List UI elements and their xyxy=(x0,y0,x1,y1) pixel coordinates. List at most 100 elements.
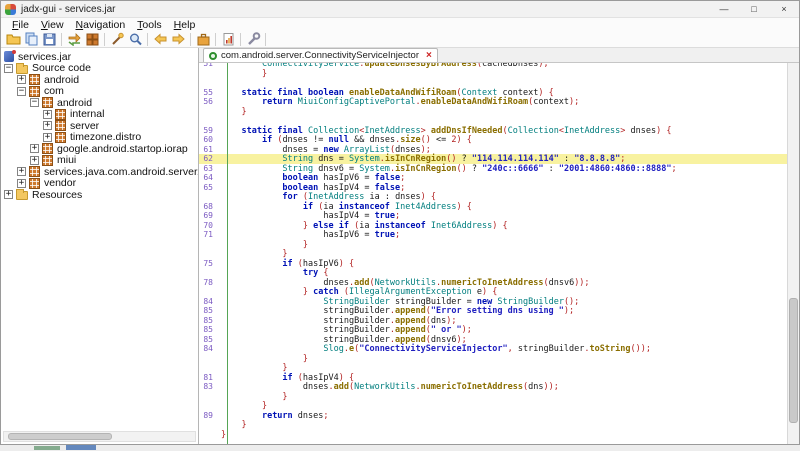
code-text: dnses.add(NetworkUtils.numericToInetAddr… xyxy=(221,382,559,392)
tree-item-services-java-com-android-server-[interactable]: +services.java.com.android.server. xyxy=(1,166,198,178)
code-text: } xyxy=(221,430,226,440)
code-text: } catch (IllegalArgumentException e) { xyxy=(221,287,497,297)
expand-handle-icon[interactable]: + xyxy=(43,133,52,142)
tree-item-miui[interactable]: +miui xyxy=(1,155,198,167)
code-text: if (hasIpV6) { xyxy=(221,259,354,269)
tree-item-source-code[interactable]: −Source code xyxy=(1,63,198,75)
back-button[interactable] xyxy=(151,31,169,47)
tree-item-resources[interactable]: +Resources xyxy=(1,189,198,201)
flat-packages-button[interactable] xyxy=(83,31,101,47)
tree-item-vendor[interactable]: +vendor xyxy=(1,178,198,190)
code-line: 55 static final boolean enableDataAndWif… xyxy=(199,88,787,98)
code-line: 60 if (dnses != null && dnses.size() <= … xyxy=(199,135,787,145)
add-files-button[interactable] xyxy=(22,31,40,47)
open-file-button[interactable] xyxy=(4,31,22,47)
code-line: } xyxy=(199,430,787,440)
tree-horizontal-scrollbar[interactable] xyxy=(3,431,196,442)
expand-handle-icon[interactable]: + xyxy=(43,110,52,119)
line-number: 85 xyxy=(199,325,221,335)
expand-handle-icon[interactable]: + xyxy=(17,179,26,188)
line-number: 85 xyxy=(199,306,221,316)
line-number xyxy=(199,354,221,364)
tree-item-internal[interactable]: +internal xyxy=(1,109,198,121)
tree-item-label: android xyxy=(44,74,79,86)
line-number: 89 xyxy=(199,411,221,421)
code-line: 85 stringBuilder.append(dns); xyxy=(199,316,787,326)
title-bar: jadx-gui - services.jar — □ × xyxy=(1,1,799,18)
toolbar-separator xyxy=(147,33,148,46)
minimize-button[interactable]: — xyxy=(709,1,739,17)
collapse-handle-icon[interactable]: − xyxy=(17,87,26,96)
code-vertical-scrollbar[interactable] xyxy=(787,63,799,444)
tree-item-label: android xyxy=(57,97,92,109)
code-line: 85 stringBuilder.append(" or "); xyxy=(199,325,787,335)
code-text: String dnsv6 = System.isInCnRegion() ? "… xyxy=(221,164,677,174)
editor-panel: com.android.server.ConnectivityServiceIn… xyxy=(199,48,799,444)
text-search-button[interactable] xyxy=(108,31,126,47)
line-number xyxy=(199,392,221,402)
code-text: ConnectivityService.updateDnsesByBrAddre… xyxy=(221,63,549,69)
tree-item-com[interactable]: −com xyxy=(1,86,198,98)
expand-handle-icon[interactable]: + xyxy=(17,75,26,84)
code-line: 65 boolean hasIpV4 = false; xyxy=(199,183,787,193)
code-line: } xyxy=(199,420,787,430)
sync-with-editor-button[interactable] xyxy=(65,31,83,47)
collapse-handle-icon[interactable]: − xyxy=(30,98,39,107)
code-text: try { xyxy=(221,268,329,278)
expand-handle-icon[interactable]: + xyxy=(30,144,39,153)
line-number: 64 xyxy=(199,173,221,183)
code-text: } else if (ia instanceof Inet6Address) { xyxy=(221,221,508,231)
menu-item-navigation[interactable]: Navigation xyxy=(70,19,132,31)
menu-item-tools[interactable]: Tools xyxy=(131,19,168,31)
folder-open-icon xyxy=(6,32,21,46)
line-number: 61 xyxy=(199,145,221,155)
code-line: } xyxy=(199,354,787,364)
close-button[interactable]: × xyxy=(769,1,799,17)
preferences-button[interactable] xyxy=(244,31,262,47)
tree-item-google-android-startop-iorap[interactable]: + google.android.startop.iorap xyxy=(1,143,198,155)
code-line: 61 dnses = new ArrayList(dnses); xyxy=(199,145,787,155)
code-text: if (ia instanceof Inet4Address) { xyxy=(221,202,472,212)
code-line xyxy=(199,78,787,88)
tree-hscroll-thumb[interactable] xyxy=(8,433,112,440)
save-all-button[interactable] xyxy=(40,31,58,47)
code-rows: 51 ConnectivityService.updateDnsesByBrAd… xyxy=(199,63,787,439)
line-number xyxy=(199,69,221,79)
log-viewer-button[interactable] xyxy=(219,31,237,47)
menu-item-help[interactable]: Help xyxy=(168,19,202,31)
tree-item-android[interactable]: + android xyxy=(1,74,198,86)
toolbar-separator xyxy=(61,33,62,46)
expand-handle-icon[interactable]: + xyxy=(30,156,39,165)
line-number: 69 xyxy=(199,211,221,221)
tab-close-icon[interactable]: × xyxy=(426,50,432,61)
line-number: 59 xyxy=(199,126,221,136)
code-text: if (dnses != null && dnses.size() <= 2) … xyxy=(221,135,472,145)
maximize-button[interactable]: □ xyxy=(739,1,769,17)
class-search-button[interactable] xyxy=(126,31,144,47)
code-text: for (InetAddress ia : dnses) { xyxy=(221,192,436,202)
code-line: } xyxy=(199,363,787,373)
tree-item-label: google.android.startop.iorap xyxy=(57,143,188,155)
expand-handle-icon[interactable]: + xyxy=(43,121,52,130)
code-line: 71 hasIpV6 = true; xyxy=(199,230,787,240)
code-line: 83 dnses.add(NetworkUtils.numericToInetA… xyxy=(199,382,787,392)
code-text: if (hasIpV4) { xyxy=(221,373,354,383)
code-text: return MiuiConfigCaptivePortal.enableDat… xyxy=(221,97,579,107)
deobfuscation-button[interactable] xyxy=(194,31,212,47)
tree-item-services-jar[interactable]: services.jar xyxy=(1,51,198,63)
collapse-handle-icon[interactable]: − xyxy=(4,64,13,73)
add-files-icon xyxy=(24,32,39,46)
tree-item-server[interactable]: +server xyxy=(1,120,198,132)
menu-item-file[interactable]: File xyxy=(6,19,35,31)
tree-item-timezone-distro[interactable]: +timezone.distro xyxy=(1,132,198,144)
forward-button[interactable] xyxy=(169,31,187,47)
tree-item-android[interactable]: − android xyxy=(1,97,198,109)
gutter-separator xyxy=(227,63,228,444)
expand-handle-icon[interactable]: + xyxy=(4,190,13,199)
tab-label: com.android.server.ConnectivityServiceIn… xyxy=(221,50,419,61)
line-number: 85 xyxy=(199,335,221,345)
expand-handle-icon[interactable]: + xyxy=(17,167,26,176)
code-vscroll-thumb[interactable] xyxy=(789,298,798,423)
tab-connectivity-service-injector[interactable]: com.android.server.ConnectivityServiceIn… xyxy=(203,48,438,62)
menu-item-view[interactable]: View xyxy=(35,19,70,31)
